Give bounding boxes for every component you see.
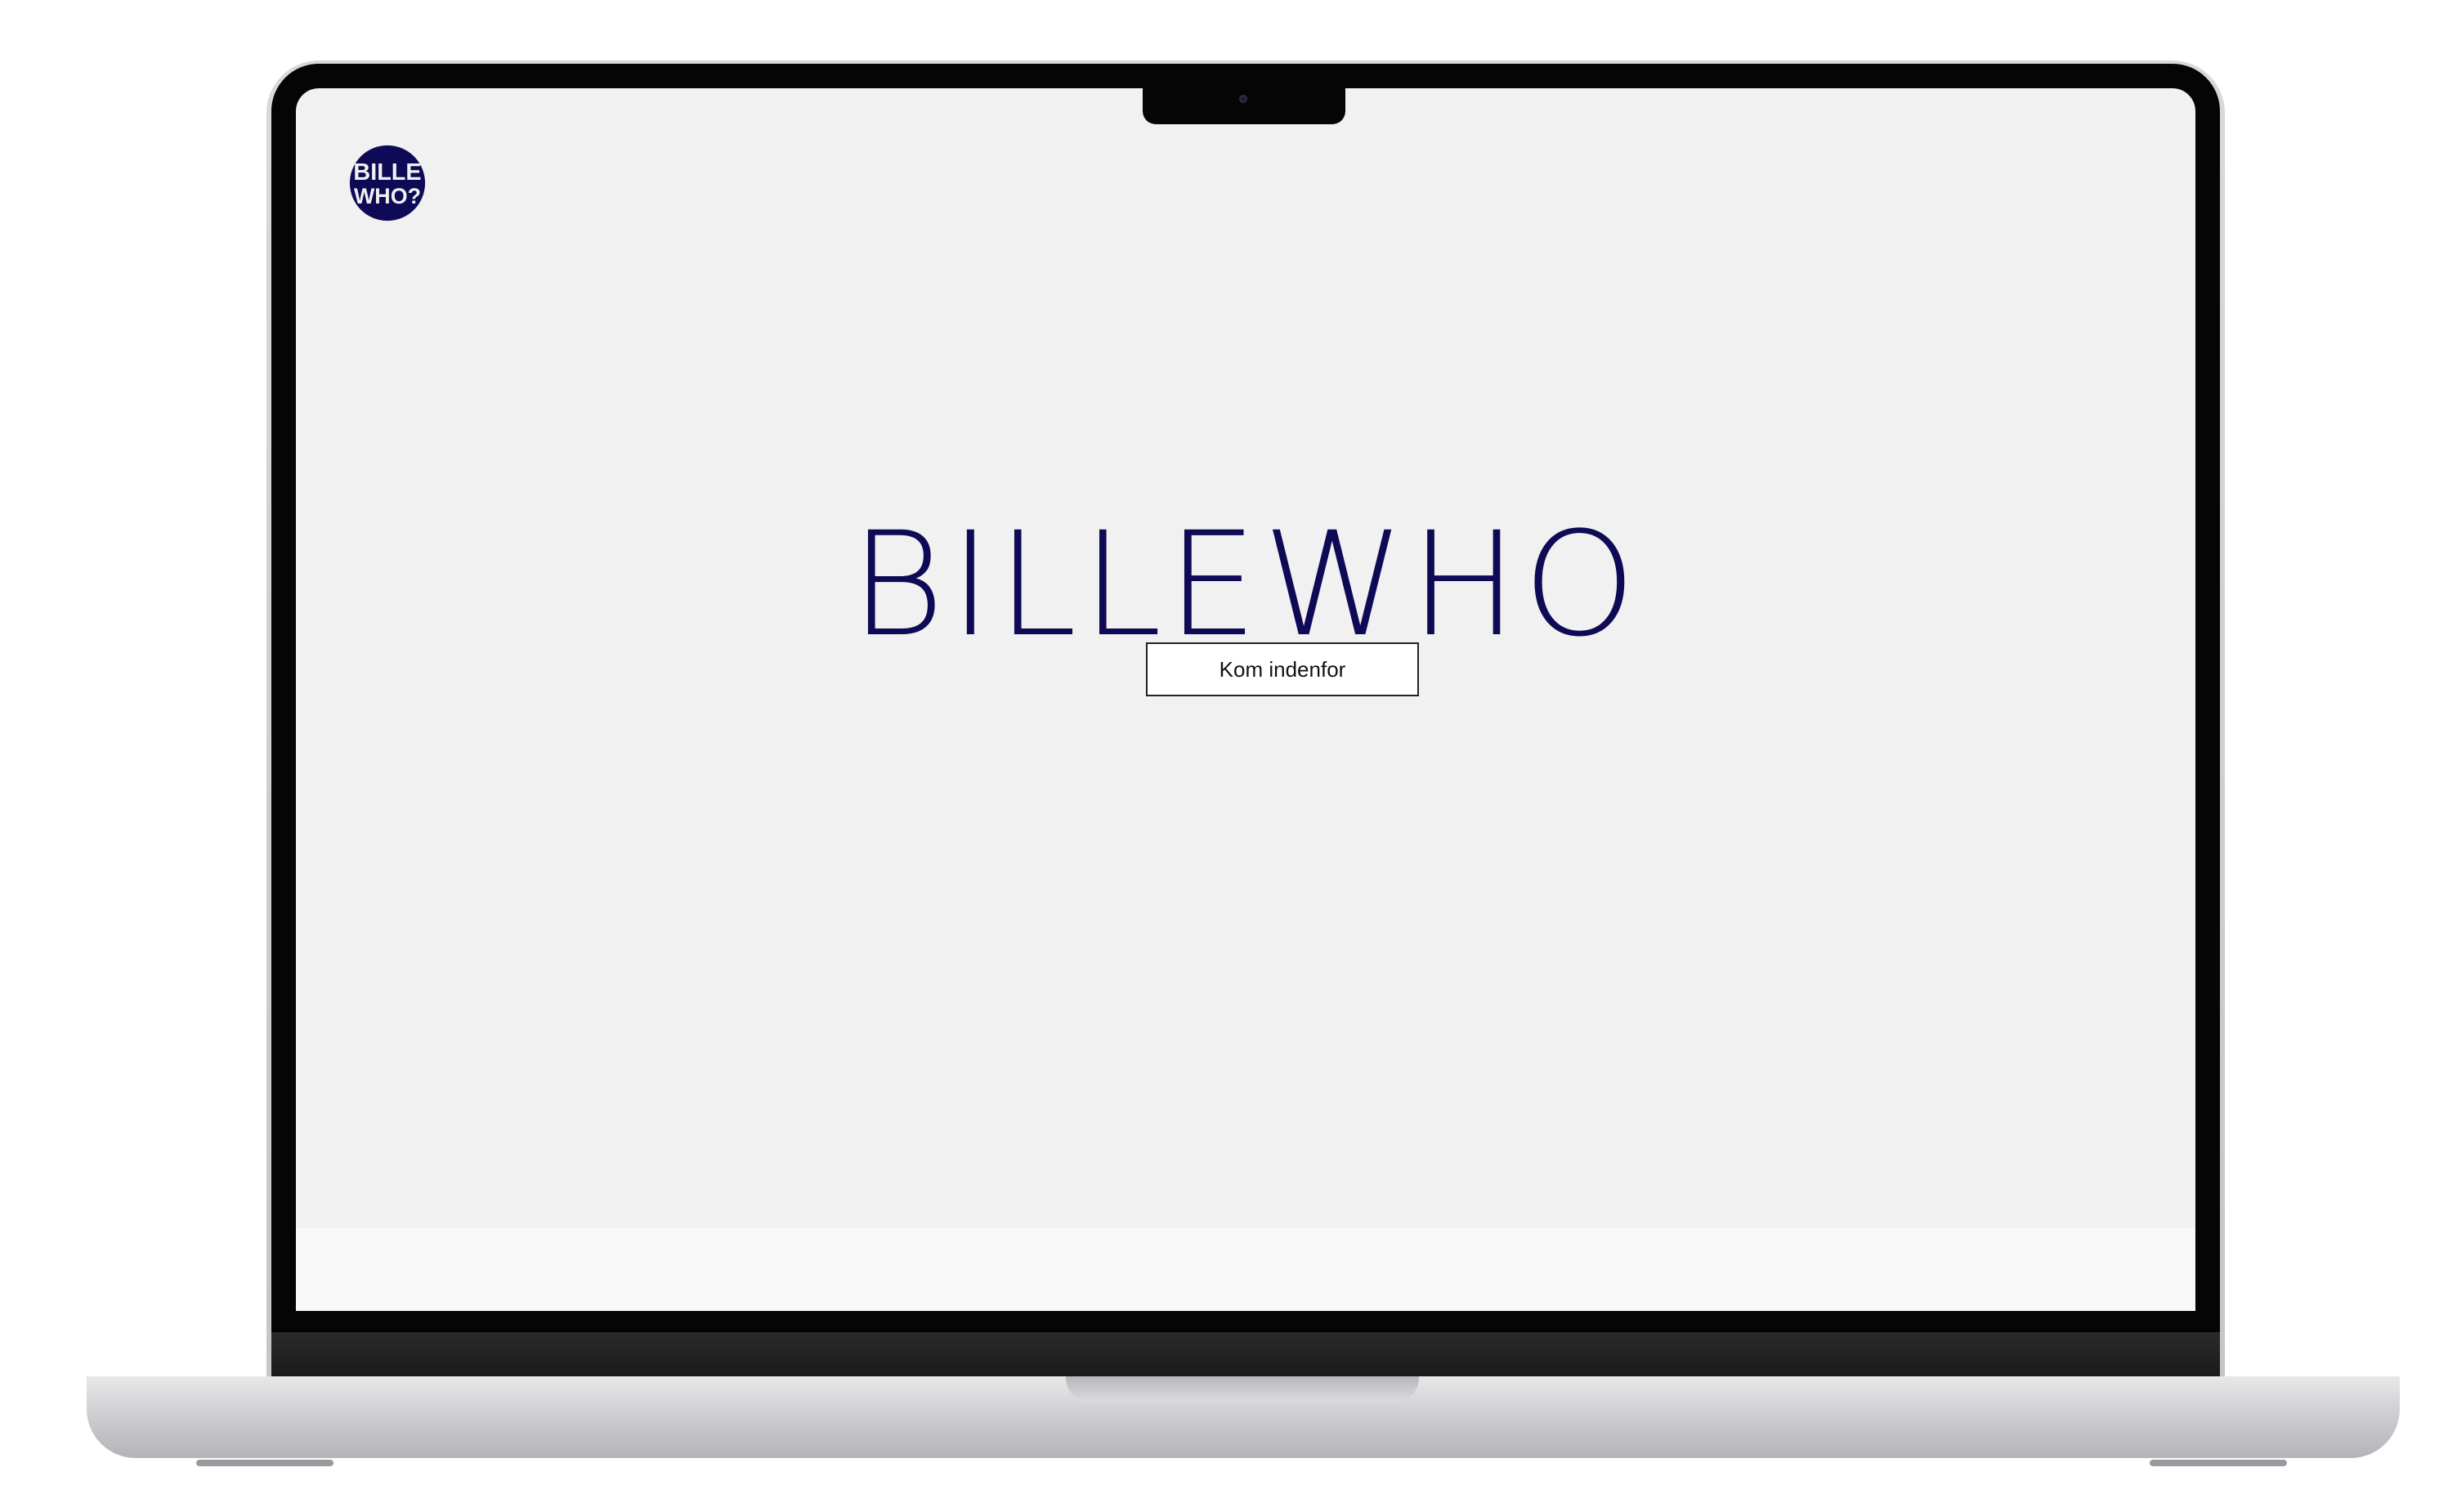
webcam-icon	[1239, 95, 1247, 103]
page-footer-strip	[296, 1228, 2195, 1311]
logo-text-line1: BILLE	[353, 159, 421, 186]
lid-opening-notch	[1066, 1376, 1419, 1402]
laptop-foot-left	[196, 1460, 333, 1466]
logo-text-line2: WHO?	[354, 184, 421, 208]
laptop-base	[87, 1376, 2400, 1458]
laptop-hinge	[271, 1332, 2220, 1378]
brand-logo[interactable]: BILLE WHO?	[348, 144, 427, 222]
laptop-foot-right	[2150, 1460, 2287, 1466]
hero-title: BILLEWHO	[850, 501, 1641, 669]
enter-button[interactable]: Kom indenfor	[1146, 642, 1419, 696]
camera-notch	[1143, 88, 1345, 124]
website-screen: BILLE WHO? BILLEWHO Kom indenfor	[296, 88, 2195, 1311]
laptop-mockup: BILLE WHO? BILLEWHO Kom indenfor	[0, 0, 2439, 1512]
